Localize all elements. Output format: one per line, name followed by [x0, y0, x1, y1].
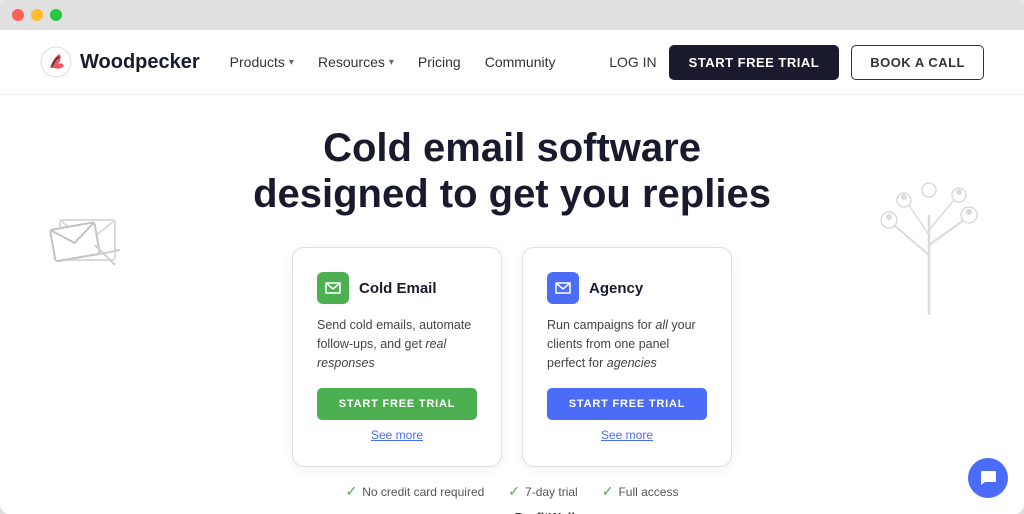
close-button[interactable] [12, 9, 24, 21]
nav-actions: LOG IN START FREE TRIAL BOOK A CALL [609, 45, 984, 80]
nav-item-resources[interactable]: Resources ▾ [318, 54, 394, 70]
agency-card-title: Agency [589, 280, 643, 297]
minimize-button[interactable] [31, 9, 43, 21]
agency-icon [547, 272, 579, 304]
check-icon: ✓ [602, 483, 614, 500]
chevron-down-icon: ▾ [289, 57, 294, 68]
cold-email-card: Cold Email Send cold emails, automate fo… [292, 247, 502, 467]
cold-email-see-more-link[interactable]: See more [317, 428, 477, 442]
card-header: Cold Email [317, 272, 477, 304]
nav-links: Products ▾ Resources ▾ Pricing Community [230, 54, 610, 70]
badges-row: ✓ No credit card required ✓ 7-day trial … [40, 483, 984, 500]
cold-email-card-desc: Send cold emails, automate follow-ups, a… [317, 316, 477, 372]
cold-email-icon [317, 272, 349, 304]
agency-see-more-link[interactable]: See more [547, 428, 707, 442]
hero-title: Cold email software designed to get you … [40, 125, 984, 217]
cards-row: Cold Email Send cold emails, automate fo… [40, 247, 984, 467]
cold-email-card-title: Cold Email [359, 280, 437, 297]
profitwell-logo: ⚡ ProfitWell by paddle [496, 510, 575, 514]
chevron-down-icon: ▾ [389, 57, 394, 68]
badge-full-access: ✓ Full access [602, 483, 679, 500]
agency-card-desc: Run campaigns for all your clients from … [547, 316, 707, 372]
nav-item-pricing[interactable]: Pricing [418, 54, 461, 70]
hero-section: Cold email software designed to get you … [0, 95, 1024, 514]
check-icon: ✓ [346, 483, 358, 500]
navbar: Woodpecker Products ▾ Resources ▾ Pricin… [0, 30, 1024, 95]
nav-item-community[interactable]: Community [485, 54, 556, 70]
trusted-row: TRUSTED BY 13,000+ PROFESSIONALS ⚡ Profi… [40, 510, 984, 514]
check-icon: ✓ [508, 483, 520, 500]
cold-email-start-trial-button[interactable]: START FREE TRIAL [317, 388, 477, 420]
badge-no-credit-card: ✓ No credit card required [346, 483, 485, 500]
badge-7-day-trial: ✓ 7-day trial [508, 483, 577, 500]
nav-item-products[interactable]: Products ▾ [230, 54, 294, 70]
card-header: Agency [547, 272, 707, 304]
nav-start-trial-button[interactable]: START FREE TRIAL [669, 45, 840, 80]
agency-card: Agency Run campaigns for all your client… [522, 247, 732, 467]
maximize-button[interactable] [50, 9, 62, 21]
book-call-button[interactable]: BOOK A CALL [851, 45, 984, 80]
woodpecker-logo-icon [40, 46, 72, 78]
login-button[interactable]: LOG IN [609, 54, 656, 70]
logo-text: Woodpecker [80, 51, 200, 74]
agency-start-trial-button[interactable]: START FREE TRIAL [547, 388, 707, 420]
logo-area[interactable]: Woodpecker [40, 46, 200, 78]
